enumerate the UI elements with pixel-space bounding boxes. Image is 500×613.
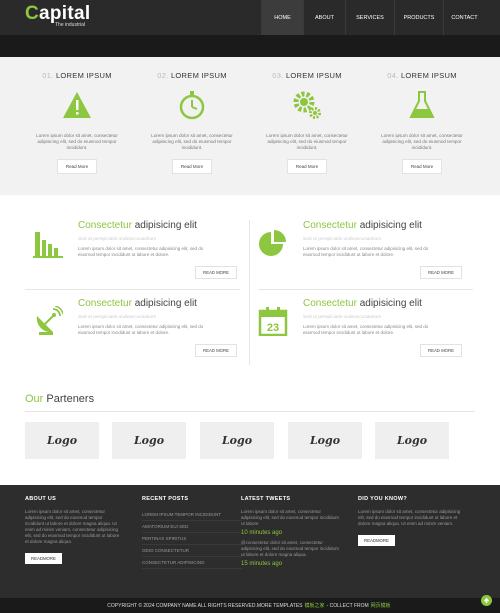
service-title: Consectetur adipisicing elit	[78, 220, 197, 231]
feature-3: 03. LOREM IPSUM Lorem ipsum dolor sit am…	[257, 71, 357, 174]
nav-services[interactable]: SERVICES	[345, 0, 394, 35]
service-read-more-button[interactable]: READ MORE	[419, 266, 462, 279]
footer-know-text: Lorem ipsum dolor sit amet, consectetur …	[358, 509, 461, 526]
services-divider	[258, 289, 473, 290]
footer-readmore-button[interactable]: READMORE	[358, 535, 395, 546]
feature-title: 04. LOREM IPSUM	[387, 71, 457, 80]
feature-text: Lorem ipsum dolor sit amet, consectetur …	[381, 133, 463, 150]
service-subtitle: Sed ut perspiciatis undeaccusantium	[78, 237, 157, 242]
service-text: Lorem ipsum dolor sit amet, consectetur …	[78, 324, 204, 335]
recent-post-link[interactable]: LOREM IPSUM TEMPOR INCIDIDUNT	[142, 509, 242, 521]
footer-latest-tweets: LATEST TWEETS Lorem ipsum dolor sit amet…	[241, 496, 341, 571]
copyright-collect: - COLLECT FROM	[326, 602, 369, 609]
footer-about: ABOUT US Lorem ipsum dolor sit amet, con…	[25, 496, 120, 565]
service-text: Lorem ipsum dolor sit amet, consectetur …	[303, 246, 429, 257]
service-subtitle: Sed ut perspiciatis undeaccusantium	[303, 237, 382, 242]
services-divider	[25, 289, 240, 290]
service-subtitle: Sed ut perspiciatis undeaccusantium	[78, 315, 157, 320]
footer-readmore-button[interactable]: READMORE	[25, 553, 62, 564]
nav-about[interactable]: ABOUT	[303, 0, 345, 35]
footer-did-you-know: DID YOU KNOW? Lorem ipsum dolor sit amet…	[358, 496, 468, 547]
tweet-text: Lorem ipsum dolor sit amet, consectetur …	[241, 509, 339, 526]
templates-link[interactable]: 模板之家	[305, 602, 325, 609]
service-read-more-button[interactable]: READ MORE	[194, 344, 237, 357]
footer-recent-posts: RECENT POSTS LOREM IPSUM TEMPOR INCIDIDU…	[142, 496, 242, 569]
feature-title: 01. LOREM IPSUM	[42, 71, 112, 80]
feature-4: 04. LOREM IPSUM Lorem ipsum dolor sit am…	[372, 71, 472, 174]
tweet-text: @consectetur dolor sit amet, consectetur…	[241, 540, 339, 557]
footer-heading: ABOUT US	[25, 496, 57, 502]
partner-logo[interactable]: Logo	[200, 422, 274, 459]
feature-read-more-button[interactable]: Read More	[286, 159, 328, 174]
site-logo[interactable]: Capital	[25, 4, 90, 23]
partners-divider	[25, 411, 475, 412]
service-read-more-button[interactable]: READ MORE	[419, 344, 462, 357]
service-2: Consectetur adipisicing elit Sed ut pers…	[250, 220, 465, 290]
flask-icon	[409, 91, 435, 118]
service-subtitle: Sed ut perspiciatis undeaccusantium	[303, 315, 382, 320]
tweet-time: 10 minutes ago	[241, 530, 283, 536]
services-section: Consectetur adipisicing elit Sed ut pers…	[0, 195, 500, 380]
header-strip	[0, 35, 500, 57]
arrow-up-icon	[483, 597, 490, 604]
feature-text: Lorem ipsum dolor sit amet, consectetur …	[36, 133, 118, 150]
tweet-time: 15 minutes ago	[241, 561, 283, 567]
service-read-more-button[interactable]: READ MORE	[194, 266, 237, 279]
footer-heading: RECENT POSTS	[142, 496, 189, 502]
site-footer: ABOUT US Lorem ipsum dolor sit amet, con…	[0, 485, 500, 598]
partner-logo[interactable]: Logo	[288, 422, 362, 459]
service-1: Consectetur adipisicing elit Sed ut pers…	[25, 220, 240, 290]
source-link[interactable]: 网页模板	[371, 602, 391, 609]
partner-logo[interactable]: Logo	[112, 422, 186, 459]
footer-heading: DID YOU KNOW?	[358, 496, 408, 502]
nav-contact[interactable]: CONTACT	[443, 0, 485, 35]
site-header: Capital The industrial HOME ABOUT SERVIC…	[0, 0, 500, 35]
service-title: Consectetur adipisicing elit	[303, 298, 422, 309]
stopwatch-icon	[179, 91, 205, 120]
feature-2: 02. LOREM IPSUM Lorem ipsum dolor sit am…	[142, 71, 242, 174]
satellite-dish-icon	[36, 306, 63, 335]
feature-title: 03. LOREM IPSUM	[272, 71, 342, 80]
footer-heading: LATEST TWEETS	[241, 496, 291, 502]
warning-icon	[63, 92, 91, 118]
gears-icon	[293, 91, 321, 119]
main-nav: HOME ABOUT SERVICES PRODUCTS CONTACT	[261, 0, 485, 35]
copyright-text: COPYRIGHT © 2024 COMPANY NAME ALL RIGHTS…	[107, 602, 303, 609]
bar-chart-icon	[33, 232, 63, 258]
calendar-day: 23	[267, 322, 279, 334]
feature-read-more-button[interactable]: Read More	[56, 159, 98, 174]
service-4: 23 Consectetur adipisicing elit Sed ut p…	[250, 298, 465, 368]
recent-post-link[interactable]: PERTINAX SPIRITUS	[142, 533, 242, 545]
recent-post-link[interactable]: CONSECTETUR ADIPISICING	[142, 557, 242, 569]
pie-chart-icon	[259, 230, 286, 256]
partner-logo[interactable]: Logo	[375, 422, 449, 459]
partner-logo[interactable]: Logo	[25, 422, 99, 459]
site-tagline: The industrial	[55, 22, 86, 28]
features-section: 01. LOREM IPSUM Lorem ipsum dolor sit am…	[0, 57, 500, 195]
calendar-icon: 23	[258, 307, 288, 336]
recent-post-link[interactable]: ODIO CONSECTETUR	[142, 545, 242, 557]
footer-about-text: Lorem ipsum dolor sit amet, consectetur …	[25, 509, 120, 544]
partners-title: Our Parteners	[25, 393, 95, 405]
service-title: Consectetur adipisicing elit	[303, 220, 422, 231]
feature-read-more-button[interactable]: Read More	[401, 159, 443, 174]
services-divider	[249, 220, 250, 365]
nav-products[interactable]: PRODUCTS	[394, 0, 443, 35]
service-3: Consectetur adipisicing elit Sed ut pers…	[25, 298, 240, 368]
service-text: Lorem ipsum dolor sit amet, consectetur …	[78, 246, 204, 257]
feature-1: 01. LOREM IPSUM Lorem ipsum dolor sit am…	[27, 71, 127, 174]
service-text: Lorem ipsum dolor sit amet, consectetur …	[303, 324, 429, 335]
back-to-top-button[interactable]	[481, 595, 492, 606]
feature-text: Lorem ipsum dolor sit amet, consectetur …	[266, 133, 348, 150]
nav-home[interactable]: HOME	[261, 0, 303, 35]
copyright-bar: COPYRIGHT © 2024 COMPANY NAME ALL RIGHTS…	[0, 598, 500, 613]
feature-text: Lorem ipsum dolor sit amet, consectetur …	[151, 133, 233, 150]
recent-post-link[interactable]: AMATORIUM EUI SED	[142, 521, 242, 533]
feature-title: 02. LOREM IPSUM	[157, 71, 227, 80]
service-title: Consectetur adipisicing elit	[78, 298, 197, 309]
feature-read-more-button[interactable]: Read More	[171, 159, 213, 174]
